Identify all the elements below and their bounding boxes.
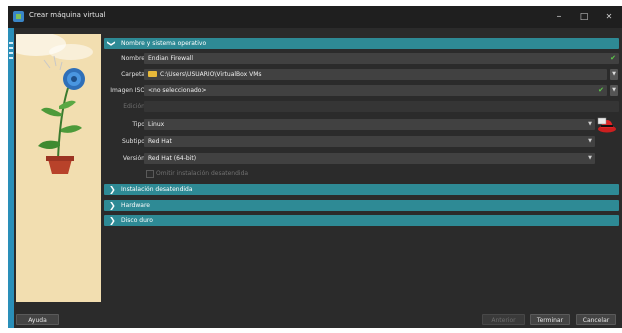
section-hardware[interactable]: ❯ Hardware: [104, 200, 619, 211]
chevron-down-icon: ▼: [588, 121, 592, 127]
subtipo-select[interactable]: Red Hat ▼: [144, 136, 595, 147]
version-value: Red Hat (64-bit): [148, 155, 197, 162]
nombre-value: Endian Firewall: [148, 55, 194, 62]
ayuda-button[interactable]: Ayuda: [16, 314, 59, 325]
window-title: Crear máquina virtual: [29, 11, 106, 19]
section-instalacion-desatendida[interactable]: ❯ Instalación desatendida: [104, 184, 619, 195]
chevron-down-icon: ▼: [588, 155, 592, 161]
create-vm-window: Crear máquina virtual – □ ✕ ❯ Nombre y s…: [8, 6, 622, 328]
omitir-label: Omitir instalación desatendida: [156, 170, 249, 177]
anterior-button: Anterior: [482, 314, 525, 325]
carpeta-value: C:\Users\USUARIO\VirtualBox VMs: [160, 71, 262, 78]
title-bar: Crear máquina virtual – □ ✕: [8, 6, 622, 28]
close-button[interactable]: ✕: [598, 8, 620, 26]
chevron-down-icon: ❯: [106, 40, 116, 47]
minimize-button[interactable]: –: [548, 8, 570, 26]
red-hat-icon: [597, 117, 616, 133]
chevron-right-icon: ❯: [109, 201, 116, 210]
version-select[interactable]: Red Hat (64-bit) ▼: [144, 153, 595, 164]
wizard-illustration: [16, 34, 101, 302]
chevron-down-icon: ▼: [588, 138, 592, 144]
chevron-right-icon: ❯: [109, 185, 116, 194]
nombre-input[interactable]: Endian Firewall ✔: [144, 53, 619, 64]
omitir-checkbox: [146, 170, 154, 178]
cancelar-button[interactable]: Cancelar: [576, 314, 616, 325]
checkmark-icon: ✔: [598, 86, 604, 94]
tipo-value: Linux: [148, 121, 165, 128]
carpeta-dropdown-button[interactable]: ▼: [610, 69, 618, 80]
terminar-button[interactable]: Terminar: [530, 314, 570, 325]
left-accent-strip: [8, 28, 14, 328]
tipo-select[interactable]: Linux ▼: [144, 119, 595, 130]
imagen-iso-label: Imagen ISO:: [110, 87, 147, 94]
checkmark-icon: ✔: [610, 54, 616, 62]
section-label: Hardware: [121, 202, 150, 209]
chevron-right-icon: ❯: [109, 216, 116, 225]
folder-icon: [148, 71, 157, 77]
carpeta-input[interactable]: C:\Users\USUARIO\VirtualBox VMs: [144, 69, 607, 80]
section-label: Disco duro: [121, 217, 153, 224]
section-label: Nombre y sistema operativo: [121, 40, 207, 47]
flower-pot-illustration: [16, 34, 93, 174]
imagen-iso-value: <no seleccionado>: [148, 87, 207, 94]
edicion-select: [144, 101, 619, 112]
section-label: Instalación desatendida: [121, 186, 193, 193]
section-nombre-sistema-operativo[interactable]: ❯ Nombre y sistema operativo: [104, 38, 619, 49]
imagen-iso-select[interactable]: <no seleccionado> ✔: [144, 85, 607, 96]
imagen-iso-dropdown-button[interactable]: ▼: [610, 85, 618, 96]
subtipo-value: Red Hat: [148, 138, 172, 145]
maximize-button[interactable]: □: [573, 8, 595, 26]
section-disco-duro[interactable]: ❯ Disco duro: [104, 215, 619, 226]
virtualbox-icon: [13, 11, 24, 22]
